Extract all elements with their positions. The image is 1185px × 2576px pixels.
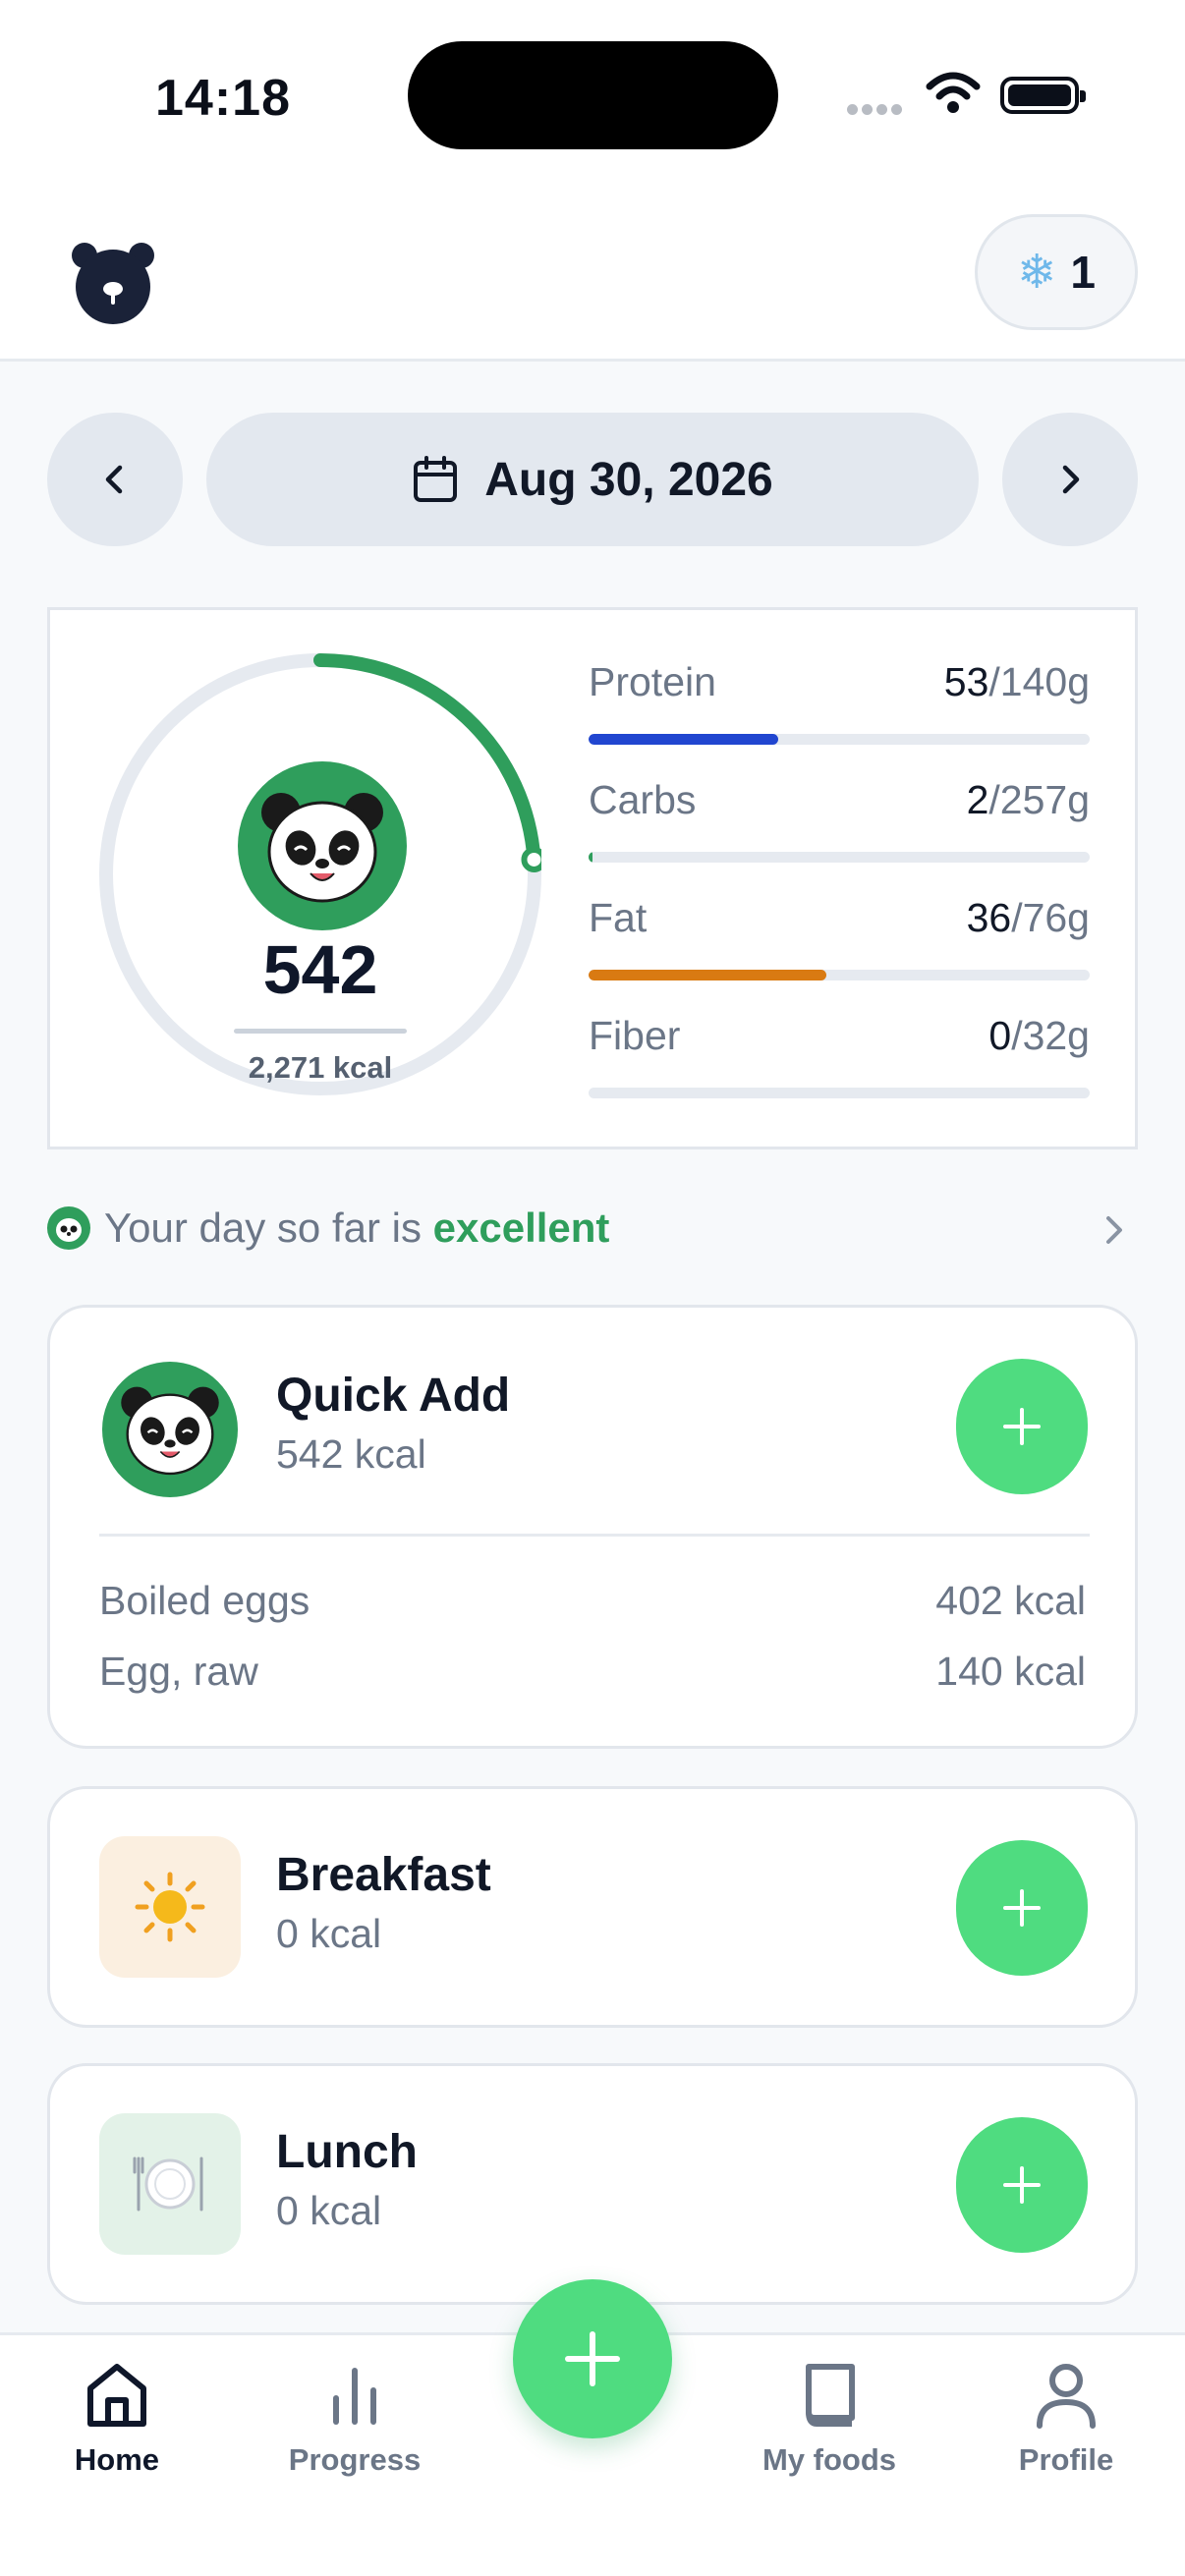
book-icon: [806, 2364, 855, 2427]
plus-icon: [1003, 1889, 1041, 1927]
meal-divider: [99, 1534, 1090, 1537]
date-picker-button[interactable]: Aug 30, 2026: [206, 413, 979, 546]
macro-progress-track: [589, 734, 1090, 745]
status-bar: 14:18: [0, 0, 1185, 187]
macro-value: 36/76g: [966, 895, 1090, 940]
add-breakfast-button[interactable]: [956, 1840, 1088, 1976]
bear-logo-icon: [69, 238, 157, 326]
plus-icon: [565, 2331, 620, 2386]
add-quick-add-button[interactable]: [956, 1359, 1088, 1494]
meal-title: Breakfast: [276, 1849, 491, 1901]
meal-kcal: 0 kcal: [276, 1911, 382, 1956]
macro-value: 0/32g: [988, 1013, 1090, 1058]
food-item-kcal: 140 kcal: [935, 1649, 1086, 1694]
snowflake-icon: ❄: [1017, 247, 1057, 299]
meal-card-lunch[interactable]: Lunch 0 kcal: [47, 2063, 1138, 2305]
plate-icon: [99, 2113, 241, 2255]
cellular-signal-icon: [847, 102, 906, 120]
macro-label: Fiber: [589, 1013, 681, 1058]
macro-progress-track: [589, 852, 1090, 863]
meal-kcal: 0 kcal: [276, 2188, 382, 2233]
meal-title: Quick Add: [276, 1370, 511, 1422]
meal-title: Lunch: [276, 2126, 418, 2178]
add-lunch-button[interactable]: [956, 2117, 1088, 2253]
macro-progress-track: [589, 1088, 1090, 1098]
tab-label: Progress: [288, 2442, 422, 2477]
selected-date: Aug 30, 2026: [484, 453, 773, 506]
meal-card-quick-add[interactable]: Quick Add 542 kcal Boiled eggs 402 kcal …: [47, 1305, 1138, 1749]
daily-summary-card[interactable]: 542 2,271 kcal Protein 53/140g Carbs 2/2…: [47, 607, 1138, 1149]
add-food-fab-button[interactable]: [513, 2279, 672, 2438]
day-rating-row[interactable]: Your day so far is excellent: [47, 1199, 1138, 1258]
meal-card-breakfast[interactable]: Breakfast 0 kcal: [47, 1786, 1138, 2028]
chevron-right-icon: [1062, 465, 1080, 494]
day-rating-value: excellent: [432, 1204, 610, 1251]
tab-home[interactable]: Home: [19, 2359, 215, 2478]
chevron-right-icon: [1106, 1216, 1122, 1244]
tab-my-foods[interactable]: My foods: [731, 2359, 928, 2478]
panda-mascot-icon: [99, 1359, 241, 1500]
tab-label: Home: [74, 2442, 160, 2477]
streak-freeze-badge[interactable]: ❄ 1: [975, 214, 1138, 330]
date-navigator: Aug 30, 2026: [47, 413, 1138, 546]
sun-icon: [99, 1836, 241, 1978]
panda-mascot-icon: [238, 761, 407, 930]
tab-label: Profile: [1018, 2442, 1114, 2477]
status-time: 14:18: [155, 70, 291, 127]
macro-fat: Fat 36/76g: [589, 895, 1090, 1013]
chevron-left-icon: [105, 465, 123, 494]
calorie-goal: 2,271 kcal: [248, 1050, 393, 1085]
plus-icon: [1003, 2166, 1041, 2204]
tab-label: My foods: [762, 2442, 897, 2477]
macro-progress-fill: [589, 970, 826, 980]
bar-chart-icon: [333, 2368, 376, 2425]
user-icon: [1037, 2364, 1096, 2429]
plus-icon: [1003, 1408, 1041, 1445]
calorie-divider: [234, 1029, 407, 1034]
macro-progress-fill: [589, 734, 779, 745]
calorie-ring: 542 2,271 kcal: [99, 653, 541, 1095]
battery-icon: [1000, 77, 1086, 114]
macro-value: 53/140g: [943, 659, 1090, 704]
dynamic-island: [408, 41, 778, 149]
food-item-name[interactable]: Egg, raw: [99, 1649, 258, 1695]
macro-fiber: Fiber 0/32g: [589, 1013, 1090, 1131]
macro-protein: Protein 53/140g: [589, 659, 1090, 777]
macro-progress-track: [589, 970, 1090, 980]
macro-carbs: Carbs 2/257g: [589, 777, 1090, 895]
meal-kcal: 542 kcal: [276, 1431, 426, 1477]
food-item-name[interactable]: Boiled eggs: [99, 1578, 310, 1624]
macro-label: Fat: [589, 895, 648, 940]
macro-value: 2/257g: [966, 777, 1090, 822]
food-item-kcal: 402 kcal: [935, 1578, 1086, 1623]
calories-eaten: 542: [262, 931, 378, 1008]
calorie-ring-marker: [521, 846, 541, 872]
tab-profile[interactable]: Profile: [968, 2359, 1164, 2478]
previous-day-button[interactable]: [47, 413, 183, 546]
next-day-button[interactable]: [1002, 413, 1138, 546]
home-icon: [87, 2364, 146, 2427]
tab-progress[interactable]: Progress: [256, 2359, 453, 2478]
streak-count: 1: [1070, 247, 1096, 298]
calendar-icon: [414, 456, 458, 502]
day-rating-text: Your day so far is excellent: [104, 1204, 610, 1251]
macro-list: Protein 53/140g Carbs 2/257g Fat 36/76g …: [589, 659, 1090, 1131]
app-header: ❄ 1: [0, 187, 1185, 362]
macro-label: Carbs: [589, 777, 697, 822]
panda-mascot-small-icon: [47, 1206, 90, 1250]
wifi-icon: [926, 71, 981, 119]
macro-label: Protein: [589, 659, 716, 704]
macro-progress-fill: [589, 852, 593, 863]
